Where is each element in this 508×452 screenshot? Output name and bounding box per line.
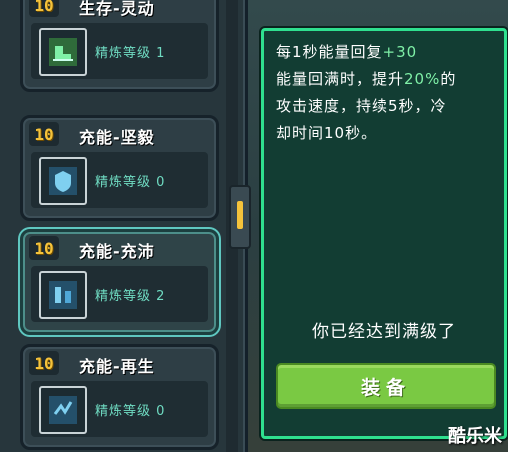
talent-detail-panel: 每1秒能量回复+30 能量回满时，提升20%的 攻击速度，持续5秒，冷 却时间1… <box>261 28 507 439</box>
equip-button[interactable]: 装备 <box>276 363 496 409</box>
refine-rank-label: 精炼等级 2 <box>95 289 166 304</box>
talent-title: 充能-再生 <box>79 357 155 376</box>
talent-card-body: 精炼等级 0 <box>31 152 208 208</box>
talent-level-badge: 10 <box>29 0 59 17</box>
talent-card-body: 精炼等级 0 <box>31 381 208 437</box>
refine-rank-label: 精炼等级 0 <box>95 175 166 190</box>
watermark: 酷乐米 <box>448 426 502 447</box>
talent-description: 每1秒能量回复+30 能量回满时，提升20%的 攻击速度，持续5秒，冷 却时间1… <box>276 43 457 142</box>
max-level-message: 你已经达到满级了 <box>312 322 456 342</box>
energy-chip-icon <box>39 271 87 319</box>
refine-rank-label: 精炼等级 0 <box>95 404 166 419</box>
talent-title: 充能-充沛 <box>79 242 155 261</box>
talent-level-badge: 10 <box>29 351 59 375</box>
talent-card-4[interactable]: 10 充能-再生 精炼等级 0 <box>20 344 219 450</box>
regen-chip-icon <box>39 386 87 434</box>
talent-card-1[interactable]: 10 生存-灵动 精炼等级 1 <box>20 0 219 92</box>
talent-card-body: 精炼等级 1 <box>31 23 208 79</box>
scrollbar-grip <box>237 201 243 229</box>
talent-card-2[interactable]: 10 充能-坚毅 精炼等级 0 <box>20 115 219 221</box>
talent-card-3[interactable]: 10 充能-充沛 精炼等级 2 <box>20 229 219 335</box>
talent-title: 生存-灵动 <box>79 0 155 18</box>
scrollbar-handle[interactable] <box>229 185 251 249</box>
boot-icon <box>39 28 87 76</box>
talent-card-body: 精炼等级 2 <box>31 266 208 322</box>
shield-chip-icon <box>39 157 87 205</box>
talent-level-badge: 10 <box>29 122 59 146</box>
talent-list-panel: 10 生存-灵动 精炼等级 1 10 充能-坚毅 精炼等级 0 10 充能-充沛… <box>0 0 251 452</box>
refine-rank-label: 精炼等级 1 <box>95 46 166 61</box>
talent-title: 充能-坚毅 <box>79 128 155 147</box>
talent-level-badge: 10 <box>29 236 59 260</box>
